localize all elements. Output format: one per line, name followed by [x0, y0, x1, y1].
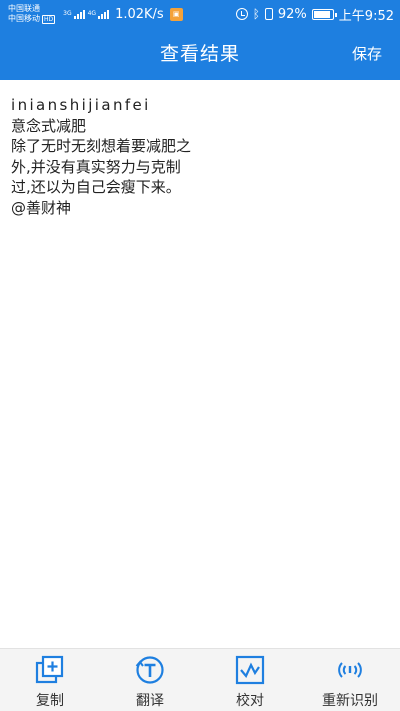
carrier-2: 中国移动: [8, 14, 40, 23]
clock: 上午9:52: [338, 8, 394, 24]
proofread-button[interactable]: 校对: [200, 649, 300, 711]
carrier-info: 中国联通 中国移动 HD: [8, 4, 56, 24]
vibrate-icon: [264, 8, 273, 20]
proofread-label: 校对: [236, 693, 264, 709]
hd-badge: HD: [42, 14, 56, 24]
status-bar: 中国联通 中国移动 HD 3G 4G 1.02K/s ▣ ᛒ 92% 上午9:5…: [0, 0, 400, 28]
re-recognize-label: 重新识别: [322, 693, 378, 709]
copy-label: 复制: [36, 693, 64, 709]
result-line: 除了无时无刻想着要减肥之: [11, 137, 192, 155]
network-speed: 1.02K/s: [115, 6, 164, 22]
translate-icon: [135, 656, 164, 684]
battery-icon: [311, 8, 337, 20]
re-recognize-icon: [338, 662, 362, 678]
carrier-1: 中国联通: [8, 4, 40, 13]
signal-1-icon: 3G: [63, 9, 85, 19]
signal-strength: 3G 4G: [63, 9, 110, 19]
alarm-icon: [235, 8, 248, 20]
copy-button[interactable]: 复制: [0, 649, 100, 711]
translate-label: 翻译: [136, 693, 164, 709]
app-header: 查看结果 保存: [0, 28, 400, 80]
result-line: 意念式减肥: [11, 116, 87, 135]
result-line: 过,还以为自己会瘦下来。: [11, 178, 181, 196]
signal-2-icon: 4G: [88, 9, 110, 19]
notification-app-icon: ▣: [169, 7, 183, 21]
save-button[interactable]: 保存: [352, 28, 382, 80]
recognized-text[interactable]: inianshijianfei 意念式减肥 除了无时无刻想着要减肥之 外,并没有…: [11, 95, 271, 218]
copy-icon: [35, 655, 64, 684]
result-line: 外,并没有真实努力与克制: [11, 157, 181, 176]
translate-button[interactable]: 翻译: [100, 649, 200, 711]
re-recognize-button[interactable]: 重新识别: [300, 649, 400, 711]
page-title: 查看结果: [159, 43, 240, 65]
proofread-icon: [235, 655, 265, 685]
result-line: inianshijianfei: [11, 96, 151, 114]
bluetooth-icon: ᛒ: [252, 7, 260, 21]
result-line: @善财神: [11, 198, 72, 217]
battery-percent: 92%: [277, 6, 307, 22]
bottom-toolbar: 复制 翻译 校对 重新识别: [0, 648, 400, 711]
